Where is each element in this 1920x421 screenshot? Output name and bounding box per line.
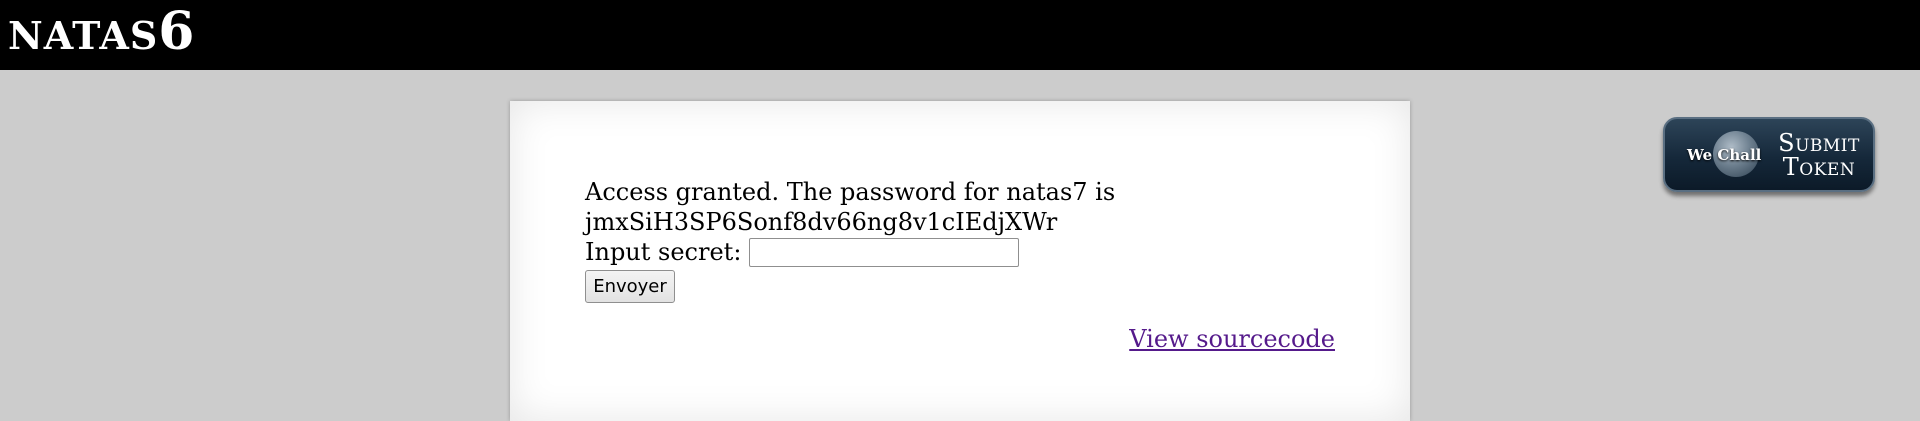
site-title-level: 6 — [158, 1, 195, 62]
secret-form-row: Input secret: — [585, 235, 1020, 269]
password-value: jmxSiH3SP6Sonf8dv66ng8v1cIEdjXWr — [585, 208, 1058, 236]
secret-input[interactable] — [749, 237, 1020, 267]
header-bar: NATAS6 — [0, 0, 1920, 70]
secret-input-label: Input secret: — [585, 238, 742, 266]
access-message-text: Access granted. The password for natas7 … — [585, 178, 1116, 206]
site-title: NATAS6 — [8, 6, 194, 58]
submit-button[interactable]: Envoyer — [585, 270, 675, 303]
wechall-logo-text: We Chall — [1687, 146, 1762, 164]
submit-token-line1: Submit — [1778, 129, 1860, 157]
submit-token-button[interactable]: We Chall Submit Token — [1663, 117, 1875, 192]
view-sourcecode-link[interactable]: View sourcecode — [1129, 325, 1335, 353]
site-title-prefix: NATAS — [8, 13, 159, 58]
submit-token-line2: Token — [1782, 153, 1856, 181]
access-message: Access granted. The password for natas7 … — [585, 177, 1145, 237]
submit-token-label: Submit Token — [1769, 131, 1869, 179]
content-panel: Access granted. The password for natas7 … — [510, 101, 1410, 421]
